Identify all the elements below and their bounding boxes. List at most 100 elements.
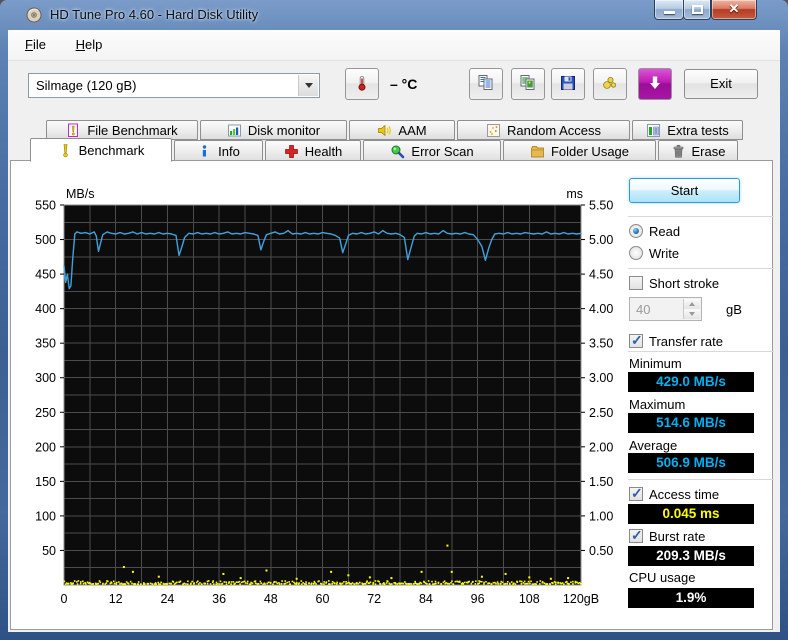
minimum-value: 429.0 MB/s [628,372,754,392]
divider [628,479,774,480]
menu-help[interactable]: Help [67,30,112,52]
svg-text:12: 12 [109,592,123,606]
tab-extra-tests[interactable]: Extra tests [632,120,743,140]
tab-erase[interactable]: Erase [658,140,738,162]
read-radio[interactable] [629,224,643,238]
tab-info[interactable]: Info [174,140,263,162]
maximum-label: Maximum [629,397,685,412]
average-label: Average [629,438,677,453]
access-time-checkbox[interactable] [629,487,643,501]
burst-rate-row: Burst rate [629,528,705,544]
burst-rate-label: Burst rate [649,529,705,544]
health-icon [284,144,299,159]
window-title: HD Tune Pro 4.60 - Hard Disk Utility [50,7,258,22]
drive-select-dropdown[interactable]: Silmage (120 gB) [28,73,320,98]
start-button[interactable]: Start [629,178,740,203]
minimize-button[interactable] [654,0,684,20]
drive-select-value: Silmage (120 gB) [36,78,136,93]
tab-benchmark[interactable]: Benchmark [30,138,172,162]
tab-error-scan[interactable]: Error Scan [363,140,501,162]
tab-folder-usage[interactable]: Folder Usage [503,140,656,162]
client-area: File Help Silmage (120 gB) – °C Exit Fil… [8,30,780,632]
tab-aam[interactable]: AAM [349,120,455,140]
random-access-icon [486,123,501,138]
temperature-button[interactable] [345,68,379,100]
short-stroke-checkbox[interactable] [629,276,643,290]
save-button[interactable] [551,68,585,100]
spin-up-icon[interactable] [684,299,700,309]
svg-text:0.50: 0.50 [589,544,613,558]
maximize-icon [692,5,703,14]
svg-text:36: 36 [212,592,226,606]
short-stroke-stepper[interactable]: 40 [629,297,702,321]
svg-text:4.50: 4.50 [589,268,613,282]
extra-tests-icon [646,123,661,138]
svg-text:120gB: 120gB [563,592,599,606]
menu-file[interactable]: File [16,30,55,52]
tab-label: Extra tests [667,123,728,138]
svg-text:5.00: 5.00 [589,233,613,247]
tab-label: Info [218,144,240,159]
spin-down-icon[interactable] [684,309,700,319]
down-arrow-button[interactable] [638,68,672,100]
tab-row-upper: File Benchmark Disk monitor AAM Random Acce… [46,120,745,140]
tab-disk-monitor[interactable]: Disk monitor [200,120,347,140]
screenshot-button[interactable] [593,68,627,100]
access-time-value: 0.045 ms [628,504,754,524]
exit-button[interactable]: Exit [684,69,758,99]
titlebar[interactable]: HD Tune Pro 4.60 - Hard Disk Utility [0,0,788,30]
svg-text:150: 150 [35,475,56,489]
stepper-arrows [683,299,700,319]
copy-image-button[interactable] [511,68,545,100]
svg-text:108: 108 [519,592,540,606]
tab-health[interactable]: Health [265,140,361,162]
app-icon [26,7,42,23]
average-value: 506.9 MB/s [628,453,754,473]
tab-label: AAM [398,123,426,138]
svg-text:60: 60 [316,592,330,606]
tab-label: Random Access [507,123,601,138]
benchmark-side-panel: Start Read Write Short stroke 40 [628,161,774,629]
transfer-rate-row: Transfer rate [629,333,723,349]
copy-image-icon [519,74,537,95]
divider [628,268,774,269]
hdtune-window: HD Tune Pro 4.60 - Hard Disk Utility Fil… [0,0,788,640]
transfer-rate-checkbox[interactable] [629,334,643,348]
tab-random-access[interactable]: Random Access [457,120,630,140]
svg-text:3.00: 3.00 [589,371,613,385]
write-radio[interactable] [629,246,643,260]
benchmark-icon [58,143,73,158]
disk-monitor-icon [227,123,242,138]
short-stroke-value: 40 [636,302,650,317]
temperature-value: – °C [390,76,417,92]
info-icon [197,144,212,159]
svg-text:72: 72 [367,592,381,606]
close-icon [712,1,756,17]
error-scan-icon [390,144,405,159]
tab-label: Disk monitor [248,123,320,138]
menu-bar: File Help [8,30,780,61]
write-label: Write [649,246,679,261]
read-radio-row: Read [629,223,680,239]
down-arrow-icon [646,74,664,95]
file-benchmark-icon [66,123,81,138]
tab-file-benchmark[interactable]: File Benchmark [46,120,198,140]
svg-text:4.00: 4.00 [589,302,613,316]
save-icon [559,74,577,95]
maximize-button[interactable] [683,0,711,20]
svg-text:1.00: 1.00 [589,509,613,523]
tab-label: Folder Usage [551,144,629,159]
svg-text:100: 100 [35,509,56,523]
svg-text:550: 550 [35,199,56,213]
copy-text-button[interactable] [469,68,503,100]
cpu-usage-label: CPU usage [629,570,695,585]
access-time-label: Access time [649,487,719,502]
tab-row-lower: Benchmark Info HealthError Scan Folder Usag… [30,140,740,162]
toolbar: Silmage (120 gB) – °C Exit [8,62,780,112]
svg-text:84: 84 [419,592,433,606]
burst-rate-checkbox[interactable] [629,529,643,543]
close-button[interactable] [711,0,757,20]
svg-text:5.50: 5.50 [589,199,613,213]
benchmark-chart: MB/sms550500450400350300250200150100505.… [11,161,625,629]
minimum-label: Minimum [629,356,682,371]
